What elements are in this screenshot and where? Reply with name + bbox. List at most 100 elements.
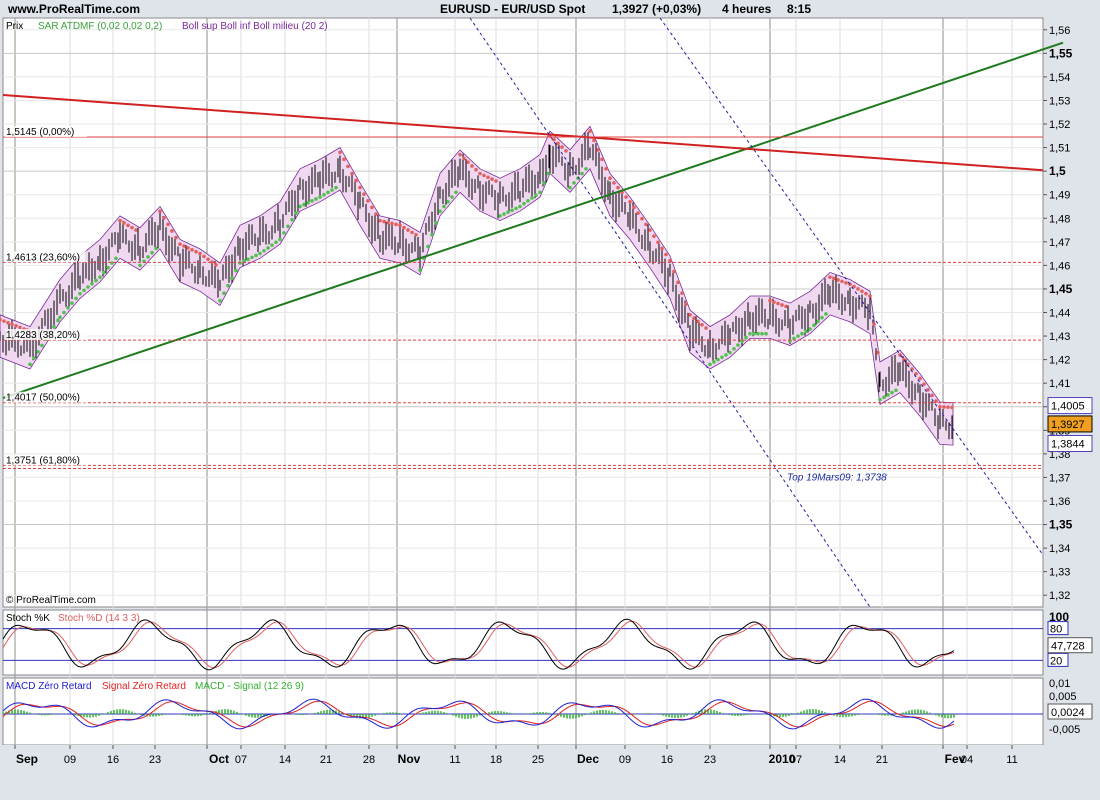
y-tick-label: 1,45 bbox=[1049, 282, 1073, 296]
sar-dot bbox=[604, 166, 608, 171]
sar-dot bbox=[486, 175, 490, 180]
x-tick-label: Oct bbox=[209, 752, 229, 766]
sar-dot bbox=[470, 164, 474, 168]
sar-dot bbox=[732, 346, 736, 351]
x-tick-label: 07 bbox=[235, 754, 247, 766]
sar-dot bbox=[262, 248, 266, 253]
price-label: 1,4005 bbox=[1051, 401, 1085, 413]
sar-dot bbox=[868, 294, 872, 298]
sar-dot bbox=[680, 291, 684, 295]
sar-dot bbox=[394, 222, 398, 227]
sar-dot bbox=[330, 188, 334, 192]
sar-dot bbox=[608, 176, 612, 181]
sar-dot bbox=[286, 224, 290, 229]
sar-dot bbox=[580, 171, 584, 176]
sar-dot bbox=[406, 228, 410, 232]
sar-dot bbox=[114, 256, 118, 261]
sar-dot bbox=[760, 331, 764, 336]
sar-dot bbox=[362, 192, 366, 197]
sar-dot bbox=[98, 275, 102, 279]
sar-dot bbox=[90, 281, 94, 286]
sar-dot bbox=[462, 156, 466, 161]
sar-dot bbox=[438, 209, 442, 213]
sar-dot bbox=[274, 240, 278, 245]
y-tick-label: 1,35 bbox=[1049, 518, 1073, 532]
sar-dot bbox=[186, 246, 190, 250]
sar-dot bbox=[890, 390, 894, 395]
sar-dot bbox=[692, 316, 696, 320]
y-tick-label: 1,5 bbox=[1049, 164, 1066, 178]
macd-last-value: 0,0024 bbox=[1051, 707, 1085, 719]
sar-dot bbox=[430, 232, 434, 237]
x-tick-label: 07 bbox=[790, 754, 802, 766]
sar-dot bbox=[840, 279, 844, 284]
sar-dot bbox=[728, 350, 732, 355]
sar-dot bbox=[302, 202, 306, 207]
y-tick-label: 1,37 bbox=[1049, 472, 1070, 484]
sar-dot bbox=[350, 171, 354, 176]
sar-dot bbox=[2, 319, 6, 323]
y-tick-label: 1,34 bbox=[1049, 543, 1070, 555]
sar-dot bbox=[860, 289, 864, 294]
sar-dot bbox=[70, 301, 74, 305]
sar-dot bbox=[624, 195, 628, 199]
sar-dot bbox=[556, 141, 560, 146]
sar-dot bbox=[234, 268, 238, 273]
sar-dot bbox=[426, 244, 430, 249]
sar-dot bbox=[644, 222, 648, 227]
sar-dot bbox=[386, 220, 390, 225]
y-tick-label: 1,42 bbox=[1049, 355, 1070, 367]
sar-dot bbox=[832, 276, 836, 281]
sar-dot bbox=[752, 331, 756, 336]
legend-bollinger: Boll sup Boll inf Boll milieu (20 2) bbox=[182, 21, 328, 32]
sar-dot bbox=[776, 301, 780, 306]
sar-dot bbox=[712, 360, 716, 364]
sar-dot bbox=[458, 152, 462, 157]
sar-dot bbox=[652, 234, 656, 238]
sar-dot bbox=[864, 291, 868, 296]
sar-dot bbox=[56, 318, 60, 323]
sar-dot bbox=[584, 166, 588, 171]
fib-level-label: 1,5145 (0,00%) bbox=[6, 127, 74, 138]
sar-dot bbox=[282, 231, 286, 235]
sar-dot bbox=[102, 270, 106, 275]
sar-dot bbox=[564, 149, 568, 153]
sar-dot bbox=[122, 221, 126, 225]
sar-dot bbox=[882, 395, 886, 400]
sar-dot bbox=[542, 181, 546, 185]
sar-dot bbox=[736, 343, 740, 347]
sar-dot bbox=[214, 263, 218, 267]
sar-dot bbox=[14, 324, 18, 328]
sar-dot bbox=[510, 208, 514, 213]
y-tick-label: 1,51 bbox=[1049, 143, 1070, 155]
sar-dot bbox=[704, 326, 708, 330]
y-tick-label: 1,56 bbox=[1049, 25, 1070, 37]
legend-signal: Signal Zéro Retard bbox=[102, 681, 186, 692]
y-tick-label: 1,36 bbox=[1049, 496, 1070, 508]
stoch-tick-label: 20 bbox=[1050, 655, 1062, 667]
sar-dot bbox=[250, 255, 254, 260]
sar-dot bbox=[514, 206, 518, 211]
x-tick-label: 23 bbox=[149, 754, 161, 766]
sar-dot bbox=[588, 129, 592, 133]
sar-dot bbox=[716, 357, 720, 362]
sar-dot bbox=[110, 261, 114, 265]
sar-dot bbox=[600, 157, 604, 162]
sar-dot bbox=[206, 257, 210, 262]
sar-dot bbox=[318, 195, 322, 199]
sar-dot bbox=[926, 387, 930, 392]
sar-dot bbox=[32, 356, 36, 360]
x-tick-label: 14 bbox=[279, 754, 291, 766]
sar-dot bbox=[720, 355, 724, 360]
sar-dot bbox=[370, 205, 374, 210]
sar-dot bbox=[772, 300, 776, 304]
x-axis-band bbox=[0, 745, 1100, 800]
sar-dot bbox=[154, 246, 158, 251]
sar-dot bbox=[700, 322, 704, 327]
sar-dot bbox=[660, 246, 664, 251]
sar-dot bbox=[450, 195, 454, 199]
sar-dot bbox=[922, 382, 926, 386]
sar-dot bbox=[518, 204, 522, 209]
x-tick-label: 16 bbox=[661, 754, 673, 766]
sar-dot bbox=[636, 211, 640, 215]
